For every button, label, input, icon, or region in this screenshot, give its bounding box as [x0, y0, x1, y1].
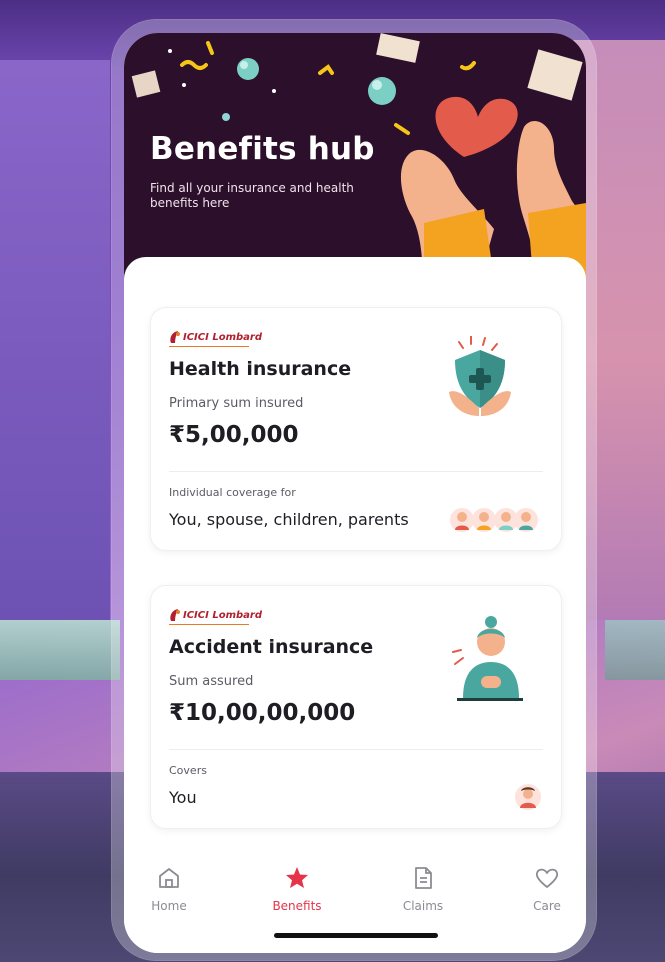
page-title: Benefits hub [150, 131, 375, 167]
insurer-logo: ICICI Lombard [169, 608, 262, 622]
logo-underline [169, 624, 249, 625]
coverage-value: You, spouse, children, parents [169, 510, 409, 529]
star-icon [286, 867, 308, 888]
background-wall-left [0, 60, 110, 620]
page-subtitle: Find all your insurance and health benef… [150, 181, 354, 210]
tab-care-label: Care [533, 899, 561, 913]
shield-icon [449, 336, 511, 416]
tab-benefits[interactable]: Benefits [262, 865, 332, 913]
benefits-content: ICICI Lombard Health insurance Primary s… [124, 257, 586, 857]
tab-claims[interactable]: Claims [388, 865, 458, 913]
tab-home[interactable]: Home [134, 865, 204, 913]
insurer-logo: ICICI Lombard [169, 330, 262, 344]
document-icon [415, 867, 432, 889]
logo-underline [169, 346, 249, 347]
card-title: Accident insurance [169, 636, 374, 658]
user-avatar-icon [515, 784, 541, 810]
card-title: Health insurance [169, 358, 352, 380]
hero-banner: Benefits hub Find all your insurance and… [124, 33, 586, 293]
background-shelf-right [605, 620, 665, 680]
injured-person-icon [452, 616, 523, 701]
home-indicator[interactable] [274, 933, 438, 938]
insurer-logo-mark [170, 609, 180, 621]
tab-claims-label: Claims [402, 899, 444, 913]
accident-insurance-card[interactable]: ICICI Lombard Accident insurance Sum ass… [150, 585, 562, 829]
insurer-logo-mark [170, 331, 180, 343]
sum-insured-value: ₹5,00,000 [169, 422, 299, 448]
sum-assured-label: Sum assured [169, 674, 254, 689]
tab-home-label: Home [151, 899, 187, 913]
health-insurance-card[interactable]: ICICI Lombard Health insurance Primary s… [150, 307, 562, 551]
family-avatars-icon [450, 508, 538, 532]
card-divider [169, 471, 543, 472]
sum-insured-label: Primary sum insured [169, 396, 304, 411]
insurer-name: ICICI Lombard [183, 331, 262, 343]
coverage-value: You [169, 788, 197, 807]
phone-screen: Benefits hub Find all your insurance and… [124, 33, 586, 953]
insurer-name: ICICI Lombard [183, 609, 262, 621]
heart-icon [535, 868, 559, 888]
coverage-avatars [449, 504, 539, 534]
coverage-label: Individual coverage for [169, 486, 296, 499]
coverage-label: Covers [169, 764, 207, 777]
coverage-avatars [513, 782, 543, 812]
background-shelf-left [0, 620, 120, 680]
sum-assured-value: ₹10,00,00,000 [169, 700, 356, 726]
tab-benefits-label: Benefits [272, 899, 322, 913]
tab-care[interactable]: Care [512, 865, 582, 913]
home-icon [159, 868, 179, 888]
card-divider [169, 749, 543, 750]
